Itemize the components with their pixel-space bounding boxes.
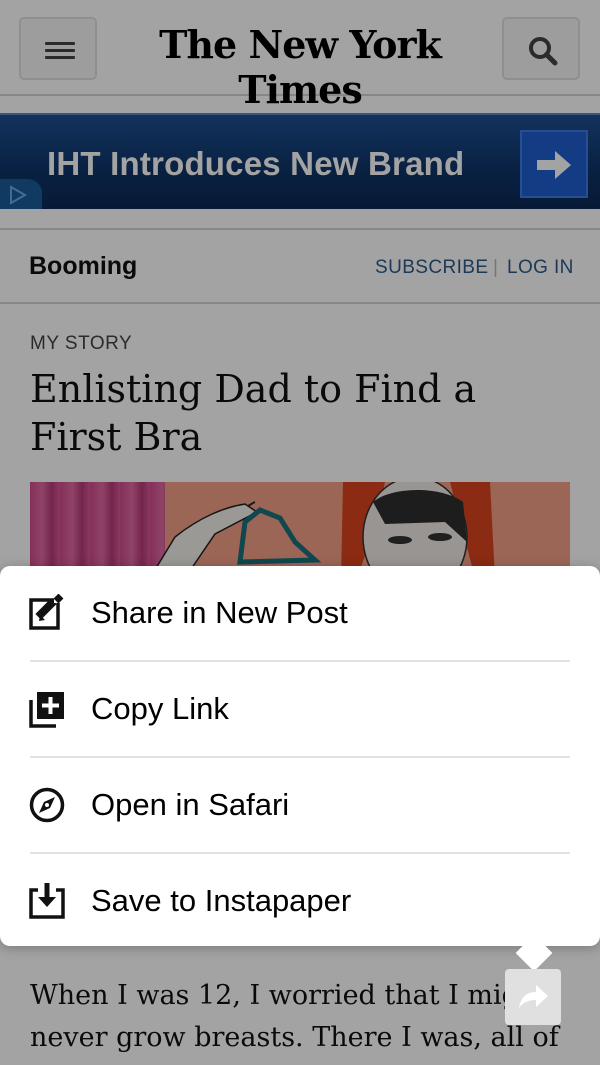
save-to-instapaper-item[interactable]: Save to Instapaper <box>0 854 600 950</box>
share-menu: Share in New Post Copy Link Open in Safa… <box>0 566 600 972</box>
share-in-new-post-item[interactable]: Share in New Post <box>0 566 600 662</box>
copy-link-item[interactable]: Copy Link <box>0 662 600 758</box>
compose-icon <box>29 594 64 630</box>
open-in-safari-item[interactable]: Open in Safari <box>0 758 600 854</box>
share-button[interactable] <box>505 969 561 1025</box>
share-in-new-post-label: Share in New Post <box>91 595 348 630</box>
share-arrow-icon <box>519 985 548 1008</box>
save-download-icon <box>29 883 65 919</box>
open-in-safari-label: Open in Safari <box>91 787 290 822</box>
copy-link-icon <box>29 692 64 728</box>
copy-link-label: Copy Link <box>91 691 229 726</box>
compass-icon <box>29 787 65 823</box>
save-to-instapaper-label: Save to Instapaper <box>91 883 352 918</box>
